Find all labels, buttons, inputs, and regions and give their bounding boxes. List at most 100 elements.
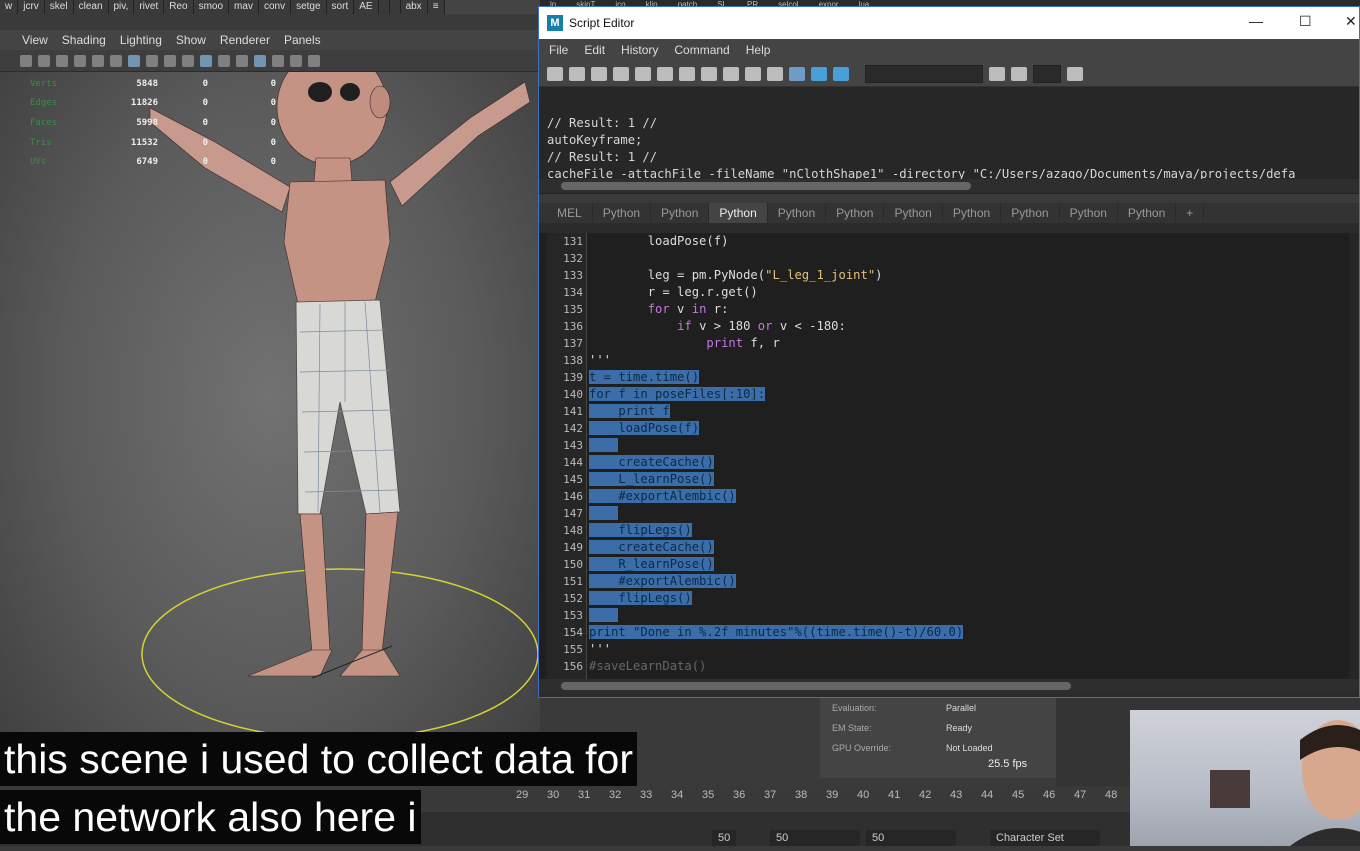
show-both-icon[interactable] (745, 66, 761, 81)
goto-line-field[interactable] (1033, 64, 1061, 83)
shelf-tab[interactable]: smoo (193, 0, 230, 14)
panel-menu-item[interactable]: Panels (284, 33, 321, 47)
search-prev-icon[interactable] (1011, 66, 1027, 81)
code-vscrollbar[interactable] (1349, 233, 1359, 679)
clear-all-icon[interactable] (679, 66, 695, 81)
smooth-shade-icon[interactable] (146, 54, 158, 67)
panel-menu-item[interactable]: Renderer (220, 33, 270, 47)
wireframe-icon[interactable] (128, 54, 140, 67)
menu-item[interactable]: File (549, 43, 568, 57)
history-scrollbar[interactable] (539, 179, 1359, 193)
code-text: for v in r: (647, 302, 729, 316)
tab-python[interactable]: Python (884, 203, 943, 223)
ao-icon[interactable] (218, 54, 230, 67)
tab-add[interactable]: + (1176, 203, 1205, 223)
tab-python[interactable]: Python (593, 203, 652, 223)
menu-item[interactable]: Edit (584, 43, 605, 57)
code-line: 156 #saveLearnData() (547, 658, 1357, 675)
tab-python[interactable]: Python (709, 203, 768, 223)
shelf-tabs: w jcrv skel clean piv, rivet Reo smoo mav conv set… (0, 0, 540, 14)
xray-joints-icon[interactable] (272, 54, 284, 67)
code-hscrollbar[interactable] (539, 679, 1359, 693)
tab-python[interactable]: Python (768, 203, 827, 223)
code-editor[interactable]: 131 loadPose(f) 132 133 leg = pm.PyNode("L… (539, 233, 1359, 679)
shelf-tab[interactable]: jcrv (18, 0, 45, 14)
shelf-tab[interactable]: skel (44, 0, 74, 14)
xray-icon[interactable] (254, 54, 266, 67)
line-numbers-icon[interactable] (789, 66, 805, 81)
shelf-tab[interactable]: w (0, 0, 19, 14)
panel-menu-item[interactable]: Lighting (120, 33, 162, 47)
tab-python[interactable]: Python (1001, 203, 1060, 223)
menu-item[interactable]: Command (674, 43, 729, 57)
code-text: t = time.time() (589, 370, 700, 384)
range-end-field[interactable]: 50 (770, 830, 860, 846)
line-number: 149 (563, 541, 583, 554)
panel-menu-item[interactable]: Shading (62, 33, 106, 47)
shelf-tab[interactable]: AE (354, 0, 379, 14)
image-plane-icon[interactable] (74, 54, 86, 67)
shelf-tab[interactable] (378, 0, 390, 14)
save-to-shelf-icon[interactable] (613, 66, 629, 81)
film-gate-icon[interactable] (110, 54, 122, 67)
source-script-icon[interactable] (569, 66, 585, 81)
pane-splitter[interactable] (539, 193, 1359, 203)
code-text (587, 505, 619, 522)
menu-item[interactable]: Help (746, 43, 771, 57)
execute-all-icon[interactable] (833, 66, 849, 81)
code-text: print f, r (706, 336, 780, 350)
clear-history-icon[interactable] (635, 66, 651, 81)
shelf-tab[interactable]: sort (326, 0, 355, 14)
tab-mel[interactable]: MEL (547, 203, 593, 223)
line-number: 138 (563, 354, 583, 367)
tab-python[interactable]: Python (826, 203, 885, 223)
show-input-icon[interactable] (723, 66, 739, 81)
menu-item[interactable]: History (621, 43, 658, 57)
close-icon[interactable]: ✕ (1345, 13, 1357, 30)
shadows-icon[interactable] (200, 54, 212, 67)
resolution-gate-icon[interactable] (290, 54, 302, 67)
camera-icon[interactable] (20, 54, 32, 67)
range-max-field[interactable]: 50 (866, 830, 956, 846)
tab-python[interactable]: Python (1060, 203, 1118, 223)
shelf-tab[interactable]: rivet (134, 0, 165, 14)
bookmark-icon[interactable] (56, 54, 68, 67)
tab-python[interactable]: Python (943, 203, 1002, 223)
save-script-icon[interactable] (591, 66, 607, 81)
echo-commands-icon[interactable] (767, 66, 783, 81)
minimize-icon[interactable]: — (1249, 13, 1263, 29)
character-set-menu[interactable]: Character Set (990, 830, 1100, 846)
line-number: 145 (563, 473, 583, 486)
script-editor-titlebar[interactable]: M Script Editor — ☐ ✕ (539, 7, 1359, 39)
shelf-tab[interactable]: ≡ (427, 0, 445, 14)
shelf-tab[interactable]: clean (73, 0, 109, 14)
shelf-tab[interactable]: setge (291, 0, 327, 14)
shelf-tab[interactable]: conv (258, 0, 292, 14)
shelf-tab[interactable]: abx (400, 0, 428, 14)
tab-python[interactable]: Python (1118, 203, 1177, 223)
textured-icon[interactable] (164, 54, 176, 67)
lights-icon[interactable] (182, 54, 194, 67)
tab-python[interactable]: Python (651, 203, 710, 223)
show-history-icon[interactable] (701, 66, 717, 81)
maximize-icon[interactable]: ☐ (1299, 13, 1312, 30)
search-next-icon[interactable] (989, 66, 1005, 81)
shelf-tab[interactable] (389, 0, 401, 14)
range-start-field[interactable]: 50 (712, 830, 737, 846)
goto-line-icon[interactable] (1067, 66, 1083, 81)
grid-icon[interactable] (92, 54, 104, 67)
panel-menu-item[interactable]: Show (176, 33, 206, 47)
execute-selected-icon[interactable] (811, 66, 827, 81)
search-field[interactable] (865, 64, 983, 83)
shelf-tab[interactable]: mav (229, 0, 259, 14)
isolate-icon[interactable] (236, 54, 248, 67)
lock-icon[interactable] (38, 54, 50, 67)
panel-menu-item[interactable]: View (22, 33, 48, 47)
history-pane[interactable]: // Result: 1 // autoKeyframe; // Result: 1… (539, 87, 1359, 193)
shelf-tab[interactable]: piv, (108, 0, 135, 14)
viewport[interactable] (0, 48, 540, 792)
shelf-tab[interactable]: Reo (164, 0, 194, 14)
open-script-icon[interactable] (547, 66, 563, 81)
clear-input-icon[interactable] (657, 66, 673, 81)
aa-icon[interactable] (308, 54, 320, 67)
